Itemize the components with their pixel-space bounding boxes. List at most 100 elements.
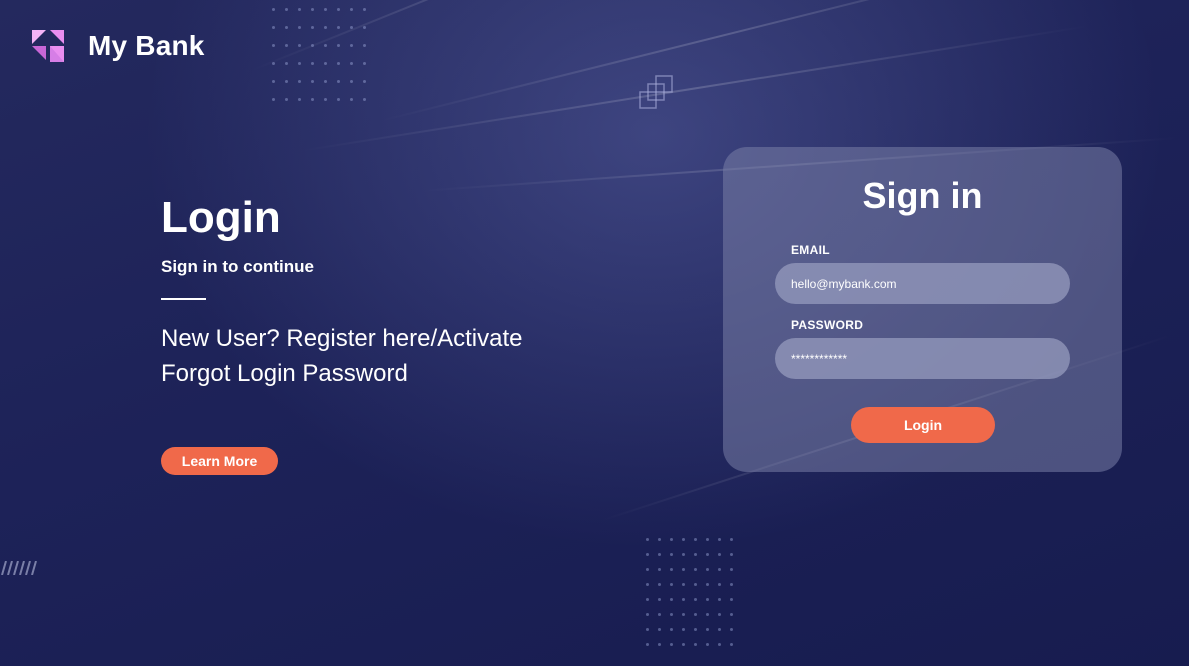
dot — [682, 568, 685, 571]
dot — [706, 613, 709, 616]
dot — [311, 26, 314, 29]
dot — [311, 44, 314, 47]
dot — [337, 26, 340, 29]
dot — [658, 553, 661, 556]
dot — [311, 80, 314, 83]
register-activate-link[interactable]: New User? Register here/Activate — [161, 325, 522, 353]
dot — [363, 62, 366, 65]
dot — [682, 613, 685, 616]
dot — [658, 613, 661, 616]
dot — [730, 583, 733, 586]
dot — [718, 598, 721, 601]
dot — [337, 62, 340, 65]
dot — [718, 628, 721, 631]
dot — [285, 98, 288, 101]
dot — [298, 80, 301, 83]
dot — [272, 8, 275, 11]
dot — [694, 568, 697, 571]
dot — [324, 44, 327, 47]
dot — [337, 80, 340, 83]
dot — [730, 568, 733, 571]
dot — [694, 583, 697, 586]
dot — [694, 598, 697, 601]
dot — [337, 8, 340, 11]
dot — [311, 8, 314, 11]
stacked-squares-icon — [639, 75, 673, 109]
hatch-lines-decoration — [1, 561, 37, 575]
dot — [706, 538, 709, 541]
forgot-password-link[interactable]: Forgot Login Password — [161, 360, 408, 388]
dot — [670, 628, 673, 631]
dot — [298, 98, 301, 101]
dot — [311, 62, 314, 65]
dot — [298, 62, 301, 65]
dot — [658, 643, 661, 646]
dot — [646, 628, 649, 631]
dot — [694, 643, 697, 646]
dot — [285, 8, 288, 11]
dot — [272, 80, 275, 83]
dot — [298, 8, 301, 11]
dot-grid-decoration — [646, 538, 733, 646]
triangles-logo-icon — [32, 30, 64, 62]
dot — [350, 26, 353, 29]
dot — [350, 62, 353, 65]
dot — [730, 538, 733, 541]
email-label: EMAIL — [791, 243, 830, 257]
dot — [298, 44, 301, 47]
dot — [658, 538, 661, 541]
dot — [324, 98, 327, 101]
dot — [658, 598, 661, 601]
email-field[interactable] — [775, 263, 1070, 304]
dot — [350, 8, 353, 11]
password-field[interactable] — [775, 338, 1070, 379]
page-title: Login — [161, 193, 281, 242]
login-button[interactable]: Login — [851, 407, 995, 443]
dot — [718, 553, 721, 556]
dot — [718, 568, 721, 571]
dot — [682, 583, 685, 586]
dot — [682, 538, 685, 541]
dot — [670, 598, 673, 601]
dot — [350, 80, 353, 83]
dot — [694, 553, 697, 556]
dot — [694, 613, 697, 616]
dot — [363, 98, 366, 101]
dot — [694, 538, 697, 541]
dot — [694, 628, 697, 631]
dot — [658, 583, 661, 586]
dot — [363, 80, 366, 83]
dot — [272, 44, 275, 47]
dot — [337, 98, 340, 101]
dot — [670, 568, 673, 571]
dot — [730, 643, 733, 646]
dot — [350, 98, 353, 101]
dot — [718, 538, 721, 541]
learn-more-button[interactable]: Learn More — [161, 447, 278, 475]
dot — [350, 44, 353, 47]
light-streak — [299, 24, 1091, 152]
dot — [324, 26, 327, 29]
dot — [646, 583, 649, 586]
dot — [682, 643, 685, 646]
dot — [324, 80, 327, 83]
password-label: PASSWORD — [791, 318, 864, 332]
dot — [363, 8, 366, 11]
light-streak — [379, 0, 1060, 122]
dot — [670, 553, 673, 556]
dot — [718, 583, 721, 586]
dot — [670, 583, 673, 586]
dot — [670, 643, 673, 646]
dot — [730, 613, 733, 616]
dot — [706, 598, 709, 601]
dot — [285, 44, 288, 47]
dot — [337, 44, 340, 47]
dot — [363, 44, 366, 47]
page-subtitle: Sign in to continue — [161, 257, 314, 276]
brand-logo[interactable]: My Bank — [30, 28, 205, 64]
dot — [272, 62, 275, 65]
dot — [324, 62, 327, 65]
dot — [646, 538, 649, 541]
dot — [285, 26, 288, 29]
dot — [272, 26, 275, 29]
